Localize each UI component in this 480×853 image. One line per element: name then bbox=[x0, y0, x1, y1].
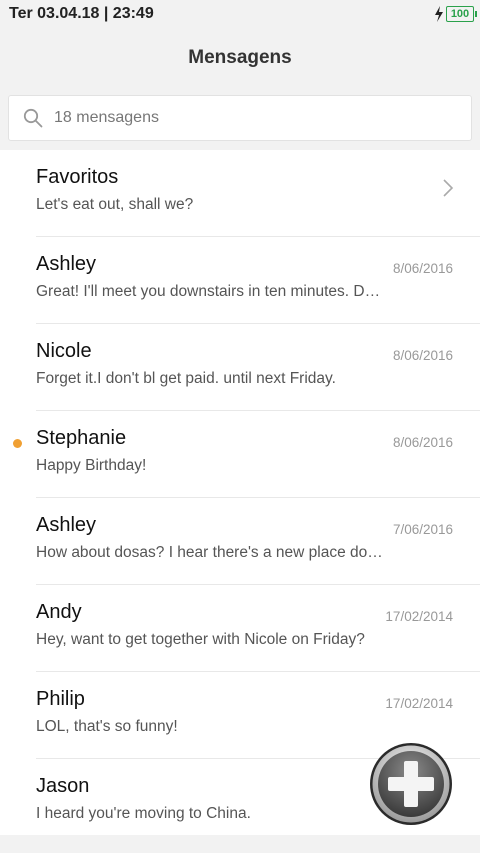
conversation-list: Favoritos Let's eat out, shall we? Ashle… bbox=[0, 150, 480, 835]
conversation-date: 17/02/2014 bbox=[385, 696, 453, 711]
conversation-preview: Forget it.I don't bl get paid. until nex… bbox=[36, 370, 336, 387]
app-header: Mensagens bbox=[0, 28, 480, 88]
bolt-icon bbox=[435, 6, 443, 22]
unread-dot bbox=[13, 439, 22, 448]
search-icon bbox=[23, 108, 43, 128]
conversation-date: 8/06/2016 bbox=[392, 348, 453, 363]
chevron-right-icon bbox=[443, 179, 454, 197]
conversation-preview: LOL, that's so funny! bbox=[36, 718, 178, 735]
conversation-date: 8/06/2016 bbox=[392, 435, 453, 450]
conversation-date: 8/06/2016 bbox=[392, 261, 453, 276]
conversation-name: Philip bbox=[36, 688, 85, 710]
conversation-name: Ashley bbox=[36, 514, 97, 536]
conversation-date: 7/06/2016 bbox=[392, 522, 453, 537]
status-indicators: 100 bbox=[434, 4, 477, 24]
status-bar: Ter 03.04.18 | 23:49 100 bbox=[0, 0, 480, 28]
page-title: Mensagens bbox=[188, 47, 292, 68]
conversation-preview: Happy Birthday! bbox=[36, 457, 147, 474]
status-datetime: Ter 03.04.18 | 23:49 bbox=[9, 5, 154, 22]
list-item[interactable]: Stephanie 8/06/2016 Happy Birthday! bbox=[0, 411, 480, 498]
conversation-date: 17/02/2014 bbox=[385, 609, 453, 624]
list-item-favorites[interactable]: Favoritos Let's eat out, shall we? bbox=[0, 150, 480, 237]
battery-indicator: 100 bbox=[446, 6, 477, 22]
bottom-bar bbox=[0, 835, 480, 853]
search-area: 18 mensagens bbox=[0, 88, 480, 149]
new-message-button[interactable] bbox=[369, 742, 453, 826]
conversation-name: Nicole bbox=[36, 340, 92, 362]
list-item[interactable]: Andy 17/02/2014 Hey, want to get togethe… bbox=[0, 585, 480, 672]
conversation-name: Andy bbox=[36, 601, 82, 623]
search-input[interactable]: 18 mensagens bbox=[8, 95, 472, 141]
conversation-preview: Let's eat out, shall we? bbox=[36, 196, 194, 213]
conversation-preview: I heard you're moving to China. bbox=[36, 805, 251, 822]
conversation-preview: Hey, want to get together with Nicole on… bbox=[36, 631, 365, 648]
conversation-preview: Great! I'll meet you downstairs in ten m… bbox=[36, 283, 381, 300]
conversation-name: Jason bbox=[36, 775, 90, 797]
conversation-name: Stephanie bbox=[36, 427, 127, 449]
list-item[interactable]: Nicole 8/06/2016 Forget it.I don't bl ge… bbox=[0, 324, 480, 411]
search-placeholder: 18 mensagens bbox=[54, 109, 159, 126]
list-item[interactable]: Ashley 8/06/2016 Great! I'll meet you do… bbox=[0, 237, 480, 324]
conversation-name: Favoritos bbox=[36, 166, 119, 188]
conversation-preview: How about dosas? I hear there's a new pl… bbox=[36, 544, 383, 561]
list-item[interactable]: Ashley 7/06/2016 How about dosas? I hear… bbox=[0, 498, 480, 585]
conversation-name: Ashley bbox=[36, 253, 97, 275]
